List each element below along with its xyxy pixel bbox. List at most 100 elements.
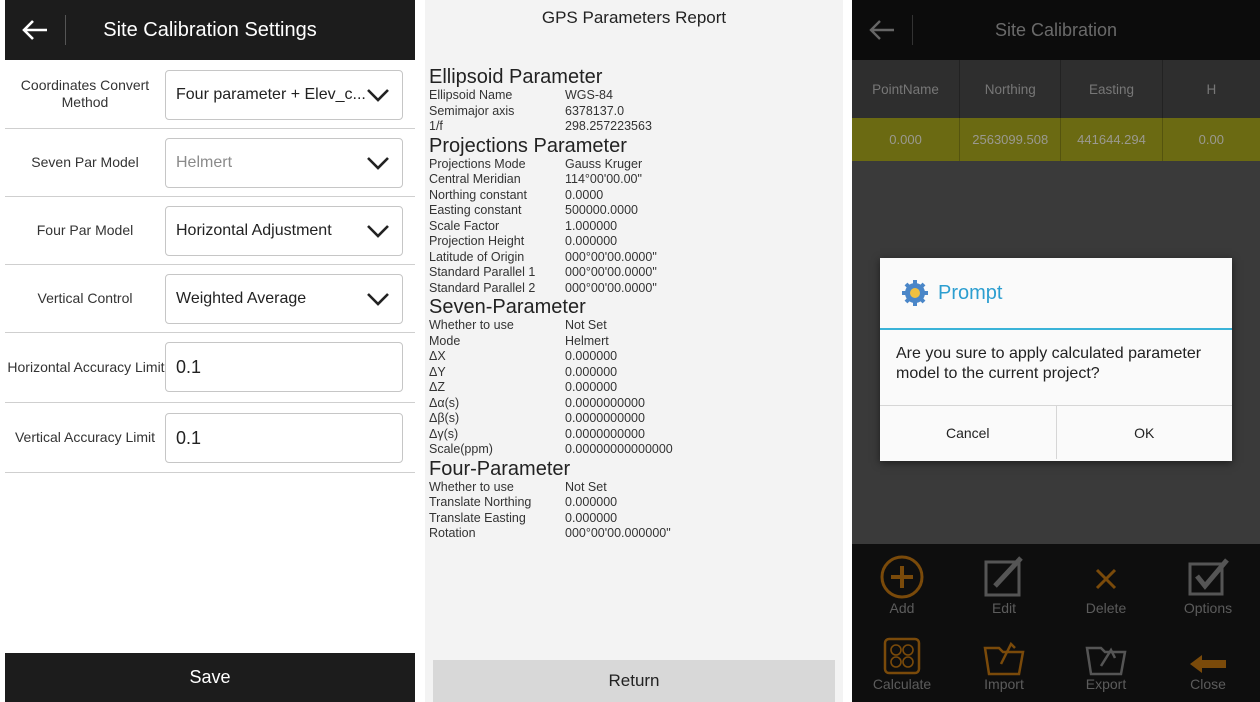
return-button[interactable]: Return [433, 660, 835, 702]
cancel-button[interactable]: Cancel [880, 406, 1057, 459]
report-key: Central Meridian [429, 172, 521, 186]
report-row: Translate Northing 0.000000 [429, 495, 829, 511]
add-icon [880, 555, 924, 599]
report-row: Δγ(s) 0.0000000000 [429, 427, 829, 443]
report-key: ΔX [429, 349, 446, 363]
header-divider [65, 15, 66, 45]
tool-label: Close [1190, 676, 1226, 692]
report-row: 1/f 298.257223563 [429, 119, 829, 135]
export-button[interactable]: Export [1056, 628, 1156, 692]
field-label: Horizontal Accuracy Limit [7, 359, 165, 375]
field-label: Four Par Model [36, 222, 134, 238]
tool-label: Options [1183, 600, 1233, 616]
delete-icon [1095, 568, 1117, 590]
report-value: 298.257223563 [565, 119, 652, 133]
vertical-control-select[interactable]: Weighted Average [165, 274, 403, 324]
dialog-buttons: Cancel OK [880, 406, 1232, 459]
report-value: 6378137.0 [565, 103, 625, 118]
calculate-button[interactable]: Calculate [852, 628, 952, 692]
column-header[interactable]: PointName [852, 60, 961, 118]
report-value: 000°00'00.0000" [565, 249, 657, 264]
report-value: 114°00'00.00" [565, 172, 642, 186]
save-button[interactable]: Save [5, 653, 415, 702]
report-row: Scale Factor 1.000000 [429, 219, 829, 235]
field-label: Vertical Accuracy Limit [14, 429, 156, 445]
coordinates-convert-method-select[interactable]: Four parameter + Elev_c... [165, 70, 403, 120]
table-cell: 0.000 [852, 118, 961, 161]
field-label: Vertical Control [37, 290, 133, 306]
select-value: Horizontal Adjustment [176, 222, 332, 239]
import-button[interactable]: Import [954, 628, 1054, 692]
report-row: Semimajor axis 6378137.0 [429, 104, 829, 120]
report-key: Latitude of Origin [429, 249, 525, 264]
report-key: Easting constant [429, 203, 522, 217]
ok-button[interactable]: OK [1057, 406, 1233, 459]
back-arrow-icon [22, 20, 47, 40]
report-key: 1/f [429, 119, 443, 133]
edit-button[interactable]: Edit [954, 550, 1054, 616]
report-row: Δα(s) 0.0000000000 [429, 396, 829, 412]
table-row[interactable]: 0.000 2563099.508 441644.294 0.00 [852, 118, 1260, 161]
chevron-down-icon [367, 157, 389, 170]
report-row: Easting constant 500000.0000 [429, 203, 829, 219]
seven-par-model-select[interactable]: Helmert [165, 138, 403, 188]
report-value: 0.000000 [565, 380, 618, 394]
report-value: 0.000000 [565, 234, 618, 248]
report-row: Δβ(s) 0.0000000000 [429, 411, 829, 427]
tool-label: Calculate [872, 676, 932, 692]
site-calibration-settings-panel: Site Calibration Settings Coordinates Co… [5, 0, 415, 702]
report-key: Δγ(s) [429, 426, 459, 441]
close-button[interactable]: Close [1158, 628, 1258, 692]
vertical-accuracy-limit-row: Vertical Accuracy Limit 0.1 [5, 403, 415, 473]
report-row: Rotation 000°00'00.000000" [429, 526, 829, 542]
report-key: Projections Mode [429, 156, 526, 171]
report-key: Projection Height [429, 234, 525, 248]
column-header[interactable]: H [1163, 60, 1260, 118]
report-row: Northing constant 0.0000 [429, 188, 829, 204]
column-header[interactable]: Northing [960, 60, 1062, 118]
report-key: Semimajor axis [429, 103, 515, 118]
horizontal-accuracy-input[interactable]: 0.1 [165, 342, 403, 392]
report-row: Mode Helmert [429, 334, 829, 350]
report-value: 0.000000 [565, 349, 618, 363]
select-value: Weighted Average [176, 290, 307, 307]
report-value: 0.000000 [565, 510, 618, 525]
report-value: Not Set [565, 318, 607, 332]
back-button[interactable] [5, 0, 65, 60]
gear-icon [902, 280, 928, 306]
close-arrow-icon [1190, 655, 1226, 673]
add-button[interactable]: Add [852, 550, 952, 616]
report-key: ΔZ [429, 380, 445, 394]
report-key: Translate Easting [429, 510, 526, 525]
table-cell: 0.00 [1198, 132, 1224, 147]
report-key: ΔY [429, 364, 446, 379]
report-value: Gauss Kruger [565, 156, 643, 171]
report-value: 1.000000 [565, 218, 618, 233]
options-icon [1188, 558, 1229, 596]
report-value: 0.0000000000 [565, 411, 645, 425]
header-bar: Site Calibration Settings [5, 0, 415, 60]
options-button[interactable]: Options [1158, 550, 1258, 616]
header-bar: Site Calibration [852, 0, 1260, 60]
four-par-model-row: Four Par Model Horizontal Adjustment [5, 197, 415, 265]
report-row: ΔZ 0.000000 [429, 380, 829, 396]
delete-button[interactable]: Delete [1056, 550, 1156, 616]
input-value: 0.1 [176, 427, 202, 448]
calculator-icon [883, 637, 921, 675]
input-value: 0.1 [176, 356, 202, 377]
report-row: ΔX 0.000000 [429, 349, 829, 365]
section-heading: Four-Parameter [429, 457, 571, 480]
chevron-down-icon [367, 225, 389, 238]
report-row: Projections Mode Gauss Kruger [429, 157, 829, 173]
report-key: Translate Northing [429, 495, 532, 509]
column-header[interactable]: Easting [1061, 60, 1163, 118]
vertical-control-row: Vertical Control Weighted Average [5, 265, 415, 333]
vertical-accuracy-input[interactable]: 0.1 [165, 413, 403, 463]
dialog-header: Prompt [880, 258, 1232, 330]
four-par-model-select[interactable]: Horizontal Adjustment [165, 206, 403, 256]
report-row: Scale(ppm) 0.00000000000000 [429, 442, 829, 458]
report-value: 000°00'00.0000" [565, 265, 657, 279]
export-folder-icon [1085, 646, 1127, 676]
report-title: GPS Parameters Report [541, 8, 727, 27]
report-row: Standard Parallel 2 000°00'00.0000" [429, 281, 829, 297]
